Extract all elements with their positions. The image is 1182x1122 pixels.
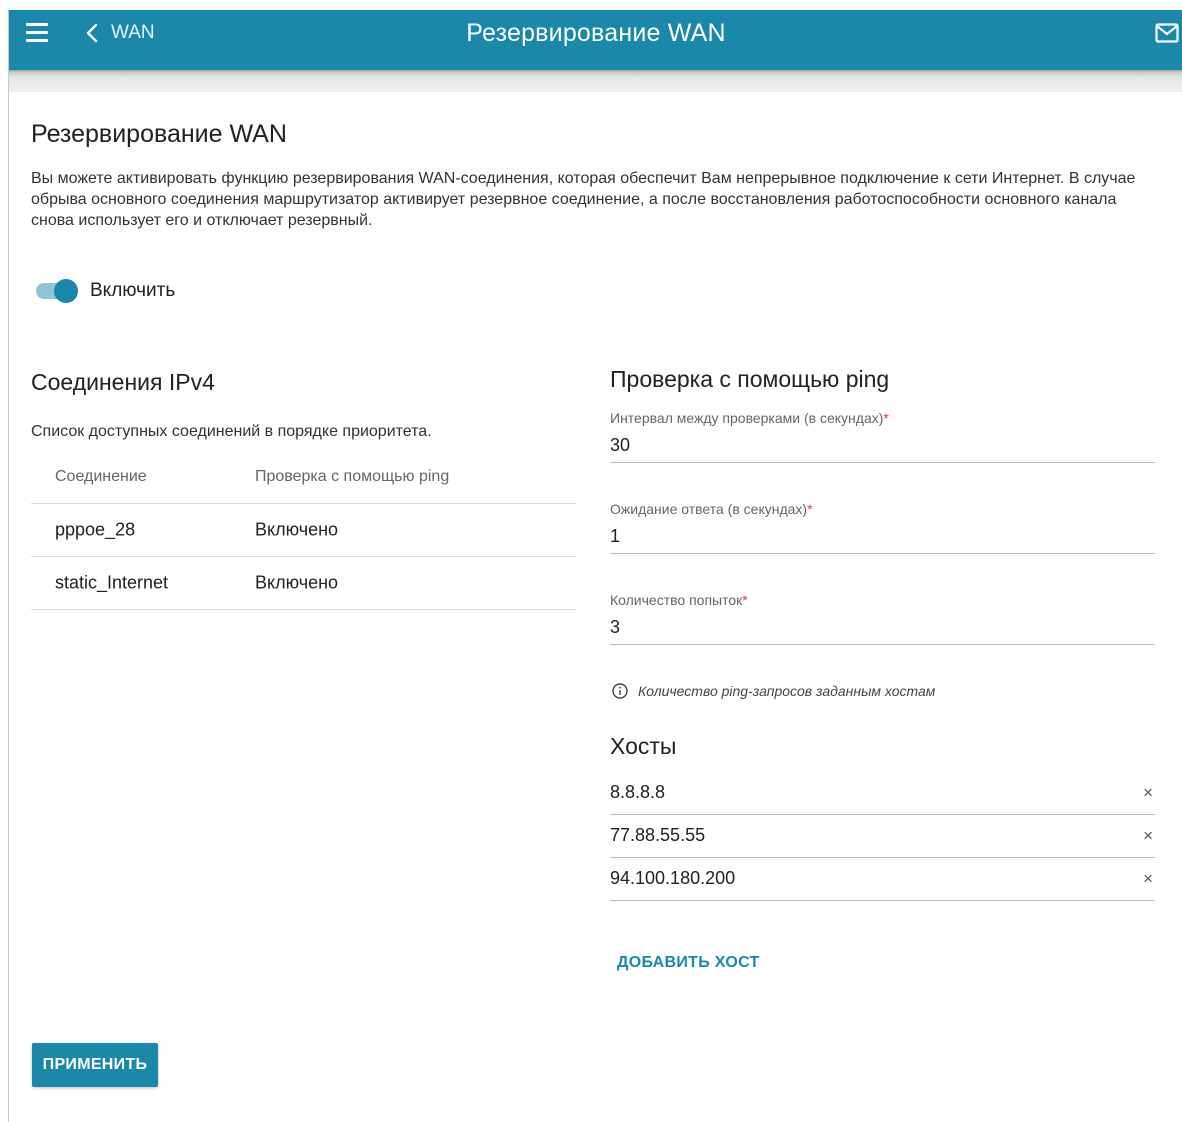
interval-label: Интервал между проверками (в секундах)* [610,410,1155,426]
timeout-field[interactable]: Ожидание ответа (в секундах)* 1 [610,501,1155,554]
header-title: Резервирование WAN [466,19,726,47]
required-mark: * [807,501,813,517]
host-input[interactable]: 77.88.55.55 [610,825,705,846]
interval-field[interactable]: Интервал между проверками (в секундах)* … [610,410,1155,463]
connections-title: Соединения IPv4 [31,369,215,395]
column-header-connection: Соединение [55,468,147,485]
timeout-input[interactable]: 1 [610,526,1155,553]
page-description: Вы можете активировать функцию резервиро… [31,170,1136,229]
timeout-label: Ожидание ответа (в секундах)* [610,501,1155,517]
ping-title: Проверка с помощью ping [610,366,890,392]
add-host-button[interactable]: ДОБАВИТЬ ХОСТ [617,954,760,972]
apply-button[interactable]: ПРИМЕНИТЬ [32,1043,158,1087]
interval-label-text: Интервал между проверками (в секундах) [610,410,884,426]
ping-status: Включено [255,572,339,593]
attempts-label: Количество попыток* [610,592,1155,608]
attempts-hint-text: Количество ping-запросов заданным хостам [638,683,936,699]
host-input[interactable]: 94.100.180.200 [610,868,735,889]
mail-icon[interactable] [1155,23,1179,43]
host-item[interactable]: 94.100.180.200 × [610,858,1155,901]
info-icon [612,683,628,699]
page-title: Резервирование WAN [31,120,287,148]
timeout-label-text: Ожидание ответа (в секундах) [610,501,808,517]
connection-name: static_Internet [55,572,169,593]
toggle-knob[interactable] [54,279,78,303]
remove-host-icon[interactable]: × [1143,870,1153,888]
required-mark: * [742,592,748,608]
enable-label: Включить [90,280,176,301]
attempts-hint: Количество ping-запросов заданным хостам [612,683,935,699]
interval-input[interactable]: 30 [610,435,1155,462]
hosts-title: Хосты [610,733,677,759]
remove-host-icon[interactable]: × [1143,784,1153,802]
attempts-input[interactable]: 3 [610,617,1155,644]
attempts-label-text: Количество попыток [610,592,743,608]
attempts-field[interactable]: Количество попыток* 3 [610,592,1155,645]
table-row[interactable]: pppoe_28 Включено [31,504,576,557]
column-header-ping: Проверка с помощью ping [255,468,450,485]
header-shadow [9,70,1182,92]
host-item[interactable]: 77.88.55.55 × [610,815,1155,858]
table-header: Соединение Проверка с помощью ping [31,451,576,504]
connection-name: pppoe_28 [55,519,136,540]
host-input[interactable]: 8.8.8.8 [610,782,665,803]
ping-status: Включено [255,519,339,540]
host-item[interactable]: 8.8.8.8 × [610,772,1155,815]
toggle-track[interactable] [36,279,78,303]
table-row[interactable]: static_Internet Включено [31,557,576,610]
top-bar: WAN Резервирование WAN [9,10,1182,70]
required-mark: * [883,410,889,426]
connections-table: Соединение Проверка с помощью ping pppoe… [31,451,576,610]
remove-host-icon[interactable]: × [1143,827,1153,845]
connections-subtitle: Список доступных соединений в порядке пр… [31,423,432,440]
enable-toggle[interactable]: Включить [36,279,176,303]
